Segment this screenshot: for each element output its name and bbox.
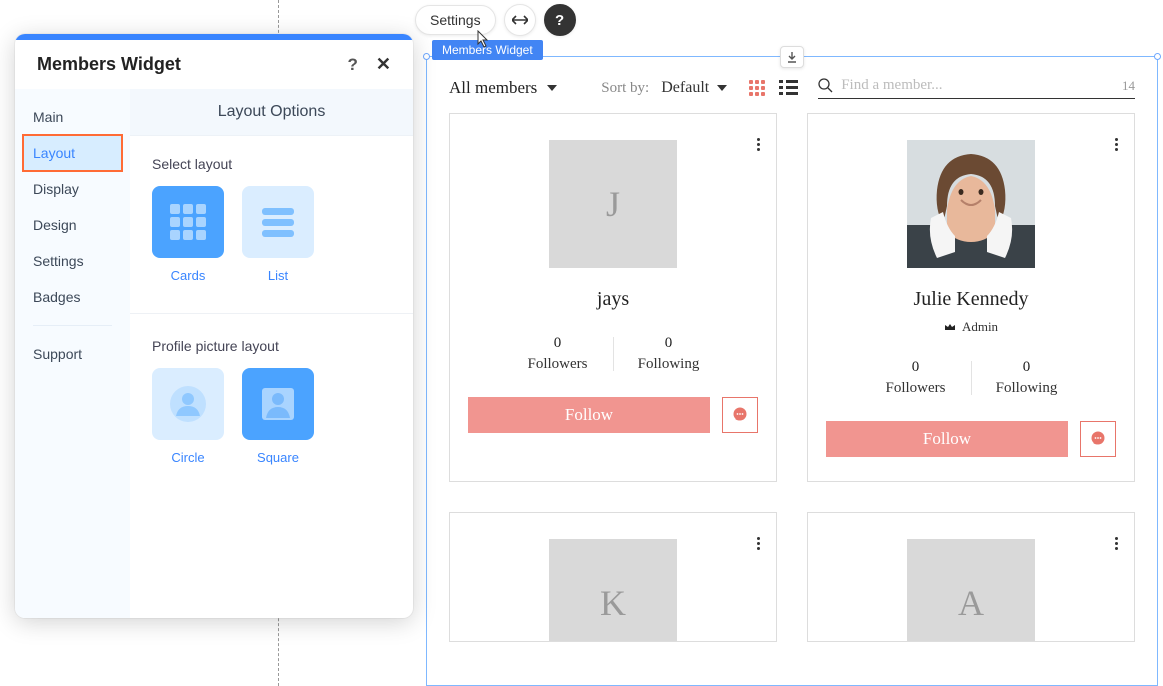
anchor-button[interactable]	[780, 46, 804, 68]
panel-help-button[interactable]: ?	[348, 55, 358, 75]
member-card: J jays 0 Followers 0 Following Follow	[449, 113, 777, 482]
crown-icon	[944, 322, 956, 332]
chevron-down-icon	[547, 85, 557, 91]
avatar: A	[907, 539, 1035, 642]
grid-view-button[interactable]	[749, 80, 765, 96]
stretch-button[interactable]	[504, 4, 536, 36]
sort-dropdown[interactable]: Default	[661, 79, 727, 97]
members-widget-frame[interactable]: All members Sort by: Default 14 J jays 0	[426, 56, 1158, 686]
card-menu-button[interactable]	[1111, 132, 1122, 157]
card-menu-button[interactable]	[1111, 531, 1122, 556]
avatar: J	[549, 140, 677, 268]
search-icon	[818, 78, 833, 93]
question-icon: ?	[555, 12, 564, 29]
member-card: A	[807, 512, 1135, 642]
option-label: Square	[242, 450, 314, 465]
avatar	[907, 140, 1035, 268]
chat-button[interactable]	[1080, 421, 1116, 457]
filter-dropdown[interactable]: All members	[449, 78, 557, 98]
follow-button[interactable]: Follow	[826, 421, 1068, 457]
chevron-down-icon	[717, 85, 727, 91]
result-count: 14	[1122, 78, 1135, 94]
followers-label: Followers	[861, 380, 971, 397]
nav-badges[interactable]: Badges	[15, 279, 130, 315]
nav-display[interactable]: Display	[15, 171, 130, 207]
resize-handle[interactable]	[1154, 53, 1161, 60]
help-button[interactable]: ?	[544, 4, 576, 36]
member-card: K	[449, 512, 777, 642]
following-label: Following	[972, 380, 1082, 397]
list-view-button[interactable]	[779, 80, 798, 96]
followers-count: 0	[861, 359, 971, 376]
member-name: jays	[468, 288, 758, 311]
avatar-image	[907, 140, 1035, 268]
content-title: Layout Options	[130, 89, 413, 136]
sort-by-label: Sort by:	[601, 80, 649, 97]
nav-main[interactable]: Main	[15, 99, 130, 135]
followers-count: 0	[503, 335, 613, 352]
chat-icon	[731, 406, 749, 424]
followers-label: Followers	[503, 356, 613, 373]
option-label: List	[242, 268, 314, 283]
pic-option-square[interactable]: Square	[242, 368, 314, 465]
resize-handle[interactable]	[423, 53, 430, 60]
nav-settings[interactable]: Settings	[15, 243, 130, 279]
panel-title: Members Widget	[37, 54, 181, 75]
cards-icon	[166, 200, 210, 244]
following-label: Following	[614, 356, 724, 373]
search-input[interactable]	[841, 77, 1114, 94]
option-label: Cards	[152, 268, 224, 283]
nav-layout[interactable]: Layout	[23, 135, 122, 171]
admin-label: Admin	[962, 319, 998, 335]
filter-label: All members	[449, 78, 537, 98]
pic-option-circle[interactable]: Circle	[152, 368, 224, 465]
member-card: Julie Kennedy Admin 0 Followers 0 Follow…	[807, 113, 1135, 482]
list-icon	[256, 200, 300, 244]
card-menu-button[interactable]	[753, 531, 764, 556]
panel-close-button[interactable]: ✕	[376, 54, 391, 75]
panel-nav: Main Layout Display Design Settings Badg…	[15, 89, 130, 618]
chat-button[interactable]	[722, 397, 758, 433]
settings-button[interactable]: Settings	[415, 5, 496, 35]
chat-icon	[1089, 430, 1107, 448]
circle-avatar-icon	[166, 382, 210, 426]
download-icon	[786, 51, 798, 63]
profile-pic-layout-label: Profile picture layout	[152, 338, 391, 354]
nav-support[interactable]: Support	[15, 336, 130, 372]
stretch-icon	[512, 15, 528, 25]
sort-value: Default	[661, 79, 709, 97]
widget-badge: Members Widget	[432, 40, 543, 60]
member-name: Julie Kennedy	[826, 288, 1116, 311]
follow-button[interactable]: Follow	[468, 397, 710, 433]
card-menu-button[interactable]	[753, 132, 764, 157]
layout-option-cards[interactable]: Cards	[152, 186, 224, 283]
settings-panel: Members Widget ? ✕ Main Layout Display D…	[15, 34, 413, 618]
square-avatar-icon	[256, 382, 300, 426]
select-layout-label: Select layout	[152, 156, 391, 172]
avatar: K	[549, 539, 677, 642]
option-label: Circle	[152, 450, 224, 465]
nav-design[interactable]: Design	[15, 207, 130, 243]
following-count: 0	[614, 335, 724, 352]
following-count: 0	[972, 359, 1082, 376]
layout-option-list[interactable]: List	[242, 186, 314, 283]
